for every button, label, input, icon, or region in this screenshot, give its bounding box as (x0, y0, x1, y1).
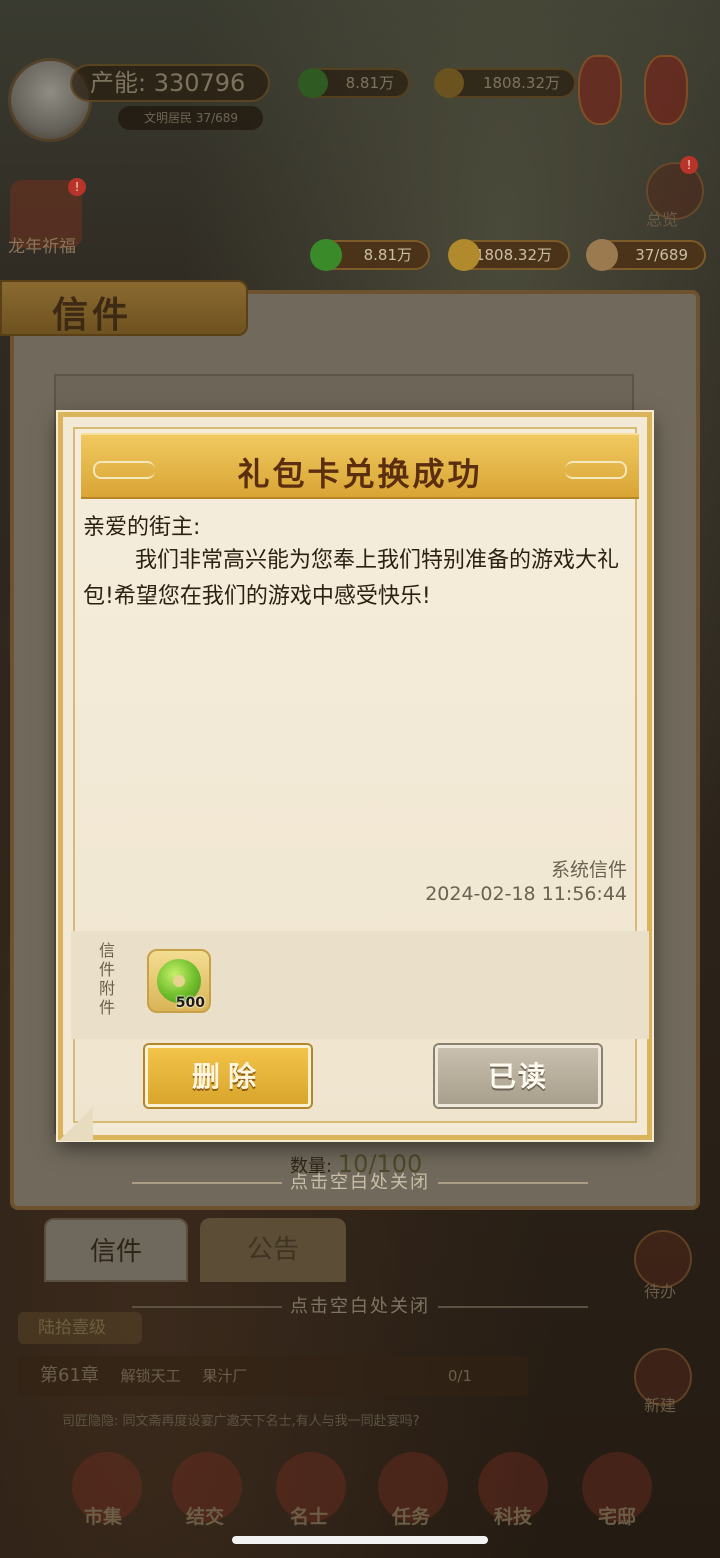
top-jade-display: 8.81万 (298, 68, 410, 98)
nav-tech-label: 科技 (493, 1506, 532, 1528)
attachment-item[interactable]: 500 (147, 949, 211, 1013)
nav-market-label: 市集 (83, 1506, 122, 1528)
jade-icon (298, 68, 328, 98)
mail-timestamp: 2024-02-18 11:56:44 (425, 883, 627, 905)
divider (132, 1182, 282, 1184)
tab-mail[interactable]: 信件 (44, 1218, 188, 1282)
level-tag: 陆拾壹级 (18, 1312, 142, 1344)
mail-sender: 系统信件 (550, 859, 627, 881)
citizen-display: 文明居民 37/689 (118, 106, 263, 130)
mail-coins-display: 1808.32万 (448, 239, 570, 271)
lantern-icon (578, 55, 622, 125)
divider (132, 1306, 282, 1308)
chapter-bar: 第61章 解锁天工 果汁厂 0/1 (18, 1356, 528, 1396)
divider (438, 1306, 588, 1308)
attachment-quantity: 500 (175, 995, 205, 1011)
top-coins-display: 1808.32万 (434, 68, 576, 98)
dragon-event-label: 龙年祈福 (8, 237, 76, 257)
lantern-icon (644, 55, 688, 125)
mail-detail-dialog: 礼包卡兑换成功 亲爱的街主: 我们非常高兴能为您奉上我们特别准备的游戏大礼包!希… (58, 412, 652, 1141)
divider (438, 1182, 588, 1184)
coin-icon (434, 68, 464, 98)
notification-dot: ! (68, 178, 86, 196)
production-display: 产能: 330796 (70, 64, 270, 102)
nav-mansion-label: 宅邸 (597, 1506, 636, 1528)
overview-label: 总览 (646, 210, 679, 229)
news-ticker: 司匠隐隐: 同文斋再度设宴广邀天下名士,有人与我一同赴宴吗? (62, 1414, 420, 1429)
pending-label: 待办 (644, 1282, 677, 1301)
nav-celebrities-label: 名士 (289, 1506, 328, 1528)
mail-window-title: 信件 (52, 294, 133, 336)
mail-body: 我们非常高兴能为您奉上我们特别准备的游戏大礼包!希望您在我们的游戏中感受快乐! (83, 548, 620, 609)
person-icon (586, 239, 618, 271)
build-label: 新建 (644, 1396, 677, 1415)
mark-read-button[interactable]: 已读 (435, 1045, 601, 1107)
attachment-label: 信件附件 (99, 941, 116, 1017)
nav-social-label: 结交 (185, 1506, 224, 1528)
coin-icon (448, 239, 480, 271)
home-indicator[interactable] (232, 1536, 488, 1544)
notification-dot: ! (680, 156, 698, 174)
tab-announcements[interactable]: 公告 (200, 1218, 346, 1282)
dialog-title: 礼包卡兑换成功 (237, 455, 483, 493)
mail-population-display: 37/689 (586, 239, 706, 271)
mail-jade-display: 8.81万 (310, 239, 430, 271)
close-hint[interactable]: 点击空白处关闭 (0, 1168, 720, 1194)
page-curl (59, 1107, 93, 1141)
dialog-title-banner: 礼包卡兑换成功 (81, 433, 639, 499)
mail-greeting: 亲爱的街主: (83, 515, 201, 540)
jade-icon (310, 239, 342, 271)
nav-tasks-label: 任务 (391, 1506, 430, 1528)
delete-button[interactable]: 删除 (145, 1045, 311, 1107)
